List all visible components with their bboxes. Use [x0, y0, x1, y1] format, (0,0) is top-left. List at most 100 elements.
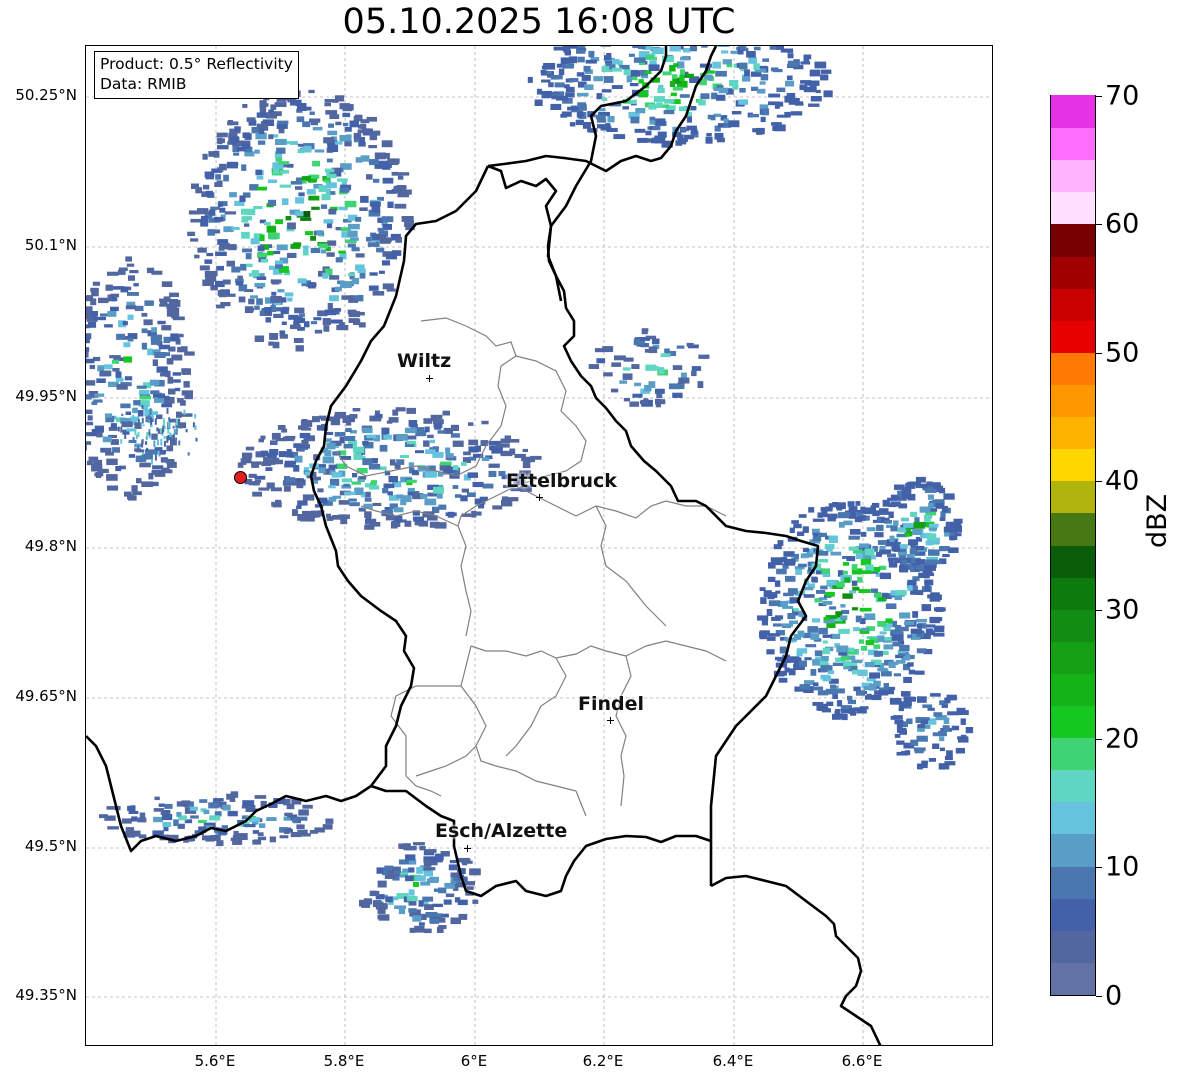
radar-echo-cell [300, 217, 312, 221]
radar-echo-cell [110, 293, 119, 298]
radar-echo-cell [141, 481, 153, 487]
radar-clutter-cell [148, 431, 151, 436]
radar-echo-cell [287, 222, 296, 230]
radar-echo-cell [189, 806, 198, 811]
radar-echo-cell [413, 842, 425, 846]
radar-echo-cell [334, 432, 346, 437]
radar-echo-cell [109, 355, 121, 359]
colorbar-tick [1096, 739, 1102, 740]
radar-echo-cell [257, 252, 268, 258]
radar-site-marker [234, 471, 247, 484]
radar-echo-cell [873, 694, 879, 699]
radar-echo-cell [631, 364, 640, 369]
canton-border [505, 657, 567, 757]
radar-echo-cell [766, 636, 776, 641]
radar-echo-cell [669, 46, 681, 52]
radar-echo-cell [227, 120, 233, 126]
colorbar-segment [1051, 544, 1095, 578]
radar-echo-cell [285, 215, 292, 221]
radar-echo-cell [312, 476, 321, 481]
radar-echo-cell [170, 333, 179, 338]
radar-echo-cell [889, 535, 895, 542]
radar-echo-cell [404, 427, 417, 434]
radar-clutter-cell [120, 426, 123, 433]
radar-echo-cell [829, 538, 838, 543]
radar-echo-cell [271, 291, 277, 296]
radar-echo-cell [652, 338, 660, 345]
radar-echo-cell [470, 440, 478, 445]
radar-echo-cell [164, 803, 173, 809]
radar-echo-cell [877, 621, 887, 627]
radar-echo-cell [859, 543, 870, 548]
radar-echo-cell [413, 516, 424, 522]
radar-echo-cell [471, 510, 477, 518]
radar-echo-cell [820, 585, 828, 590]
radar-echo-cell [286, 141, 292, 145]
radar-echo-cell [385, 254, 398, 260]
radar-echo-cell [671, 74, 678, 79]
radar-echo-cell [412, 915, 422, 922]
radar-echo-cell [588, 364, 600, 369]
radar-echo-cell [796, 648, 808, 654]
canton-border [595, 500, 727, 519]
colorbar-segment [1051, 448, 1095, 482]
radar-echo-cell [366, 236, 371, 242]
radar-echo-cell [256, 276, 267, 280]
radar-echo-cell [253, 206, 263, 210]
colorbar-tick [1096, 867, 1102, 868]
radar-echo-cell [223, 174, 229, 182]
radar-echo-cell [389, 459, 396, 466]
radar-echo-cell [612, 59, 620, 65]
radar-echo-cell [425, 471, 437, 478]
radar-echo-cell [466, 492, 476, 497]
radar-echo-cell [349, 414, 358, 419]
radar-map[interactable] [85, 45, 993, 1046]
radar-echo-cell [944, 697, 951, 704]
radar-echo-cell [818, 627, 828, 635]
radar-echo-cell [857, 576, 863, 583]
radar-echo-cell [304, 471, 311, 476]
radar-echo-cell [922, 704, 933, 708]
radar-echo-cell [771, 67, 779, 72]
radar-echo-cell [250, 238, 260, 245]
radar-echo-cell [161, 403, 173, 408]
radar-clutter-cell [175, 437, 178, 441]
city-marker-findel [607, 717, 614, 724]
radar-echo-cell [955, 747, 965, 754]
radar-echo-cell [91, 401, 98, 405]
radar-echo-cell [756, 88, 766, 94]
radar-echo-cell [879, 631, 887, 635]
radar-echo-cell [860, 506, 866, 513]
radar-echo-cell [767, 576, 776, 582]
radar-echo-cell [664, 348, 670, 354]
radar-echo-cell [254, 475, 266, 480]
radar-echo-cell [244, 306, 254, 314]
radar-echo-cell [210, 835, 221, 841]
radar-echo-cell [310, 247, 321, 254]
radar-echo-cell [222, 804, 231, 811]
radar-echo-cell [789, 620, 799, 625]
radar-echo-cell [376, 867, 384, 874]
radar-echo-cell [199, 799, 208, 803]
radar-echo-cell [849, 529, 861, 535]
radar-echo-cell [458, 857, 470, 863]
radar-echo-cell [686, 116, 692, 123]
radar-echo-cell [266, 817, 277, 821]
radar-echo-cell [468, 446, 476, 453]
radar-echo-cell [619, 380, 628, 384]
radar-echo-cell [787, 53, 794, 59]
radar-echo-cell [102, 436, 112, 443]
radar-clutter-cell [160, 438, 163, 446]
radar-echo-cell [873, 650, 883, 657]
radar-echo-cell [116, 377, 124, 382]
radar-echo-cell [258, 128, 265, 134]
radar-echo-cell [88, 456, 99, 461]
radar-echo-cell [135, 455, 147, 463]
radar-echo-cell [728, 120, 740, 128]
radar-echo-cell [296, 824, 305, 829]
radar-echo-cell [107, 311, 117, 317]
radar-echo-cell [418, 900, 424, 907]
radar-echo-cell [697, 381, 704, 388]
radar-echo-cell [894, 734, 901, 738]
radar-echo-cell [260, 435, 266, 440]
